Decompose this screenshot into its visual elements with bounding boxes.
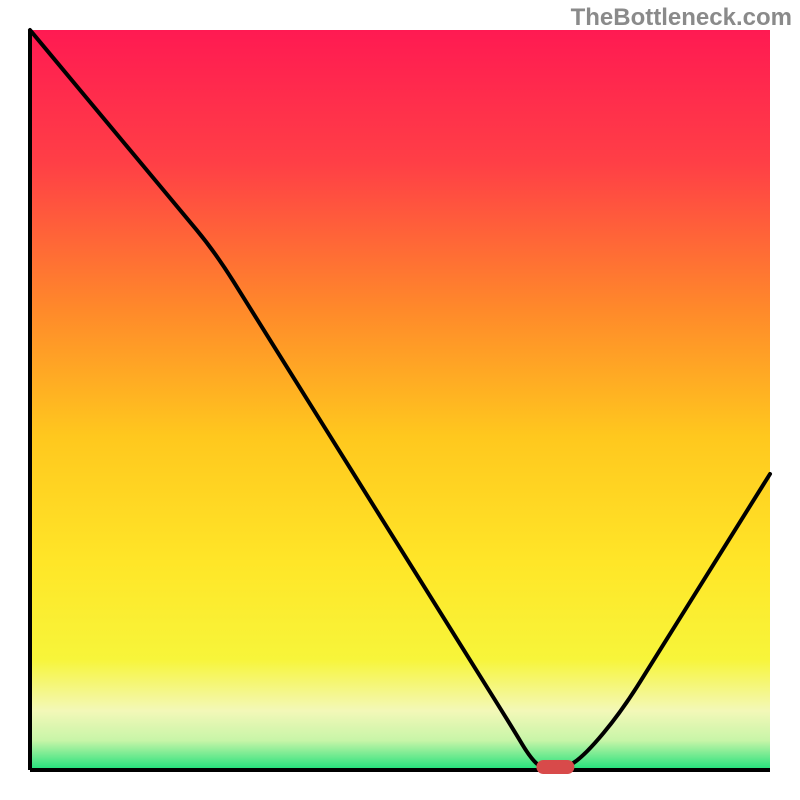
optimal-point-marker bbox=[536, 760, 574, 774]
plot-gradient-background bbox=[30, 30, 770, 770]
bottleneck-chart: TheBottleneck.com bbox=[0, 0, 800, 800]
chart-svg bbox=[0, 0, 800, 800]
